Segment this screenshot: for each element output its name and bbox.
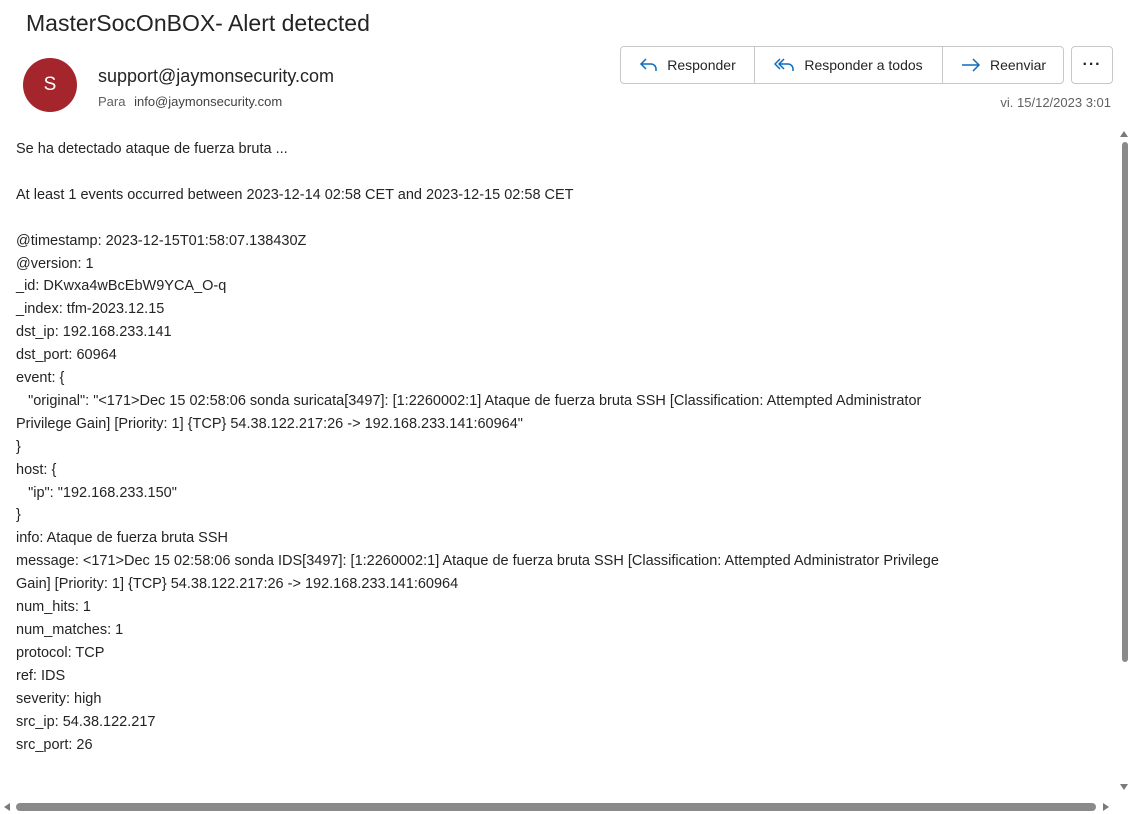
body-line: src_ip: 54.38.122.217: [16, 713, 156, 730]
to-label: Para: [98, 94, 126, 109]
scroll-right-arrow-icon[interactable]: [1103, 803, 1109, 811]
body-line: severity: high: [16, 690, 102, 707]
scroll-up-arrow-icon[interactable]: [1120, 131, 1128, 137]
body-line: dst_port: 60964: [16, 347, 117, 364]
body-line: ref: IDS: [16, 667, 66, 684]
recipient-line: Para info@jaymonsecurity.com: [98, 94, 282, 109]
reply-label: Responder: [667, 57, 736, 73]
body-line: @timestamp: 2023-12-15T01:58:07.138430Z: [16, 232, 307, 249]
body-line: At least 1 events occurred between 2023-…: [16, 186, 574, 203]
body-line: Gain] [Priority: 1] {TCP} 54.38.122.217:…: [16, 576, 459, 593]
body-line: src_port: 26: [16, 736, 93, 753]
recipient-address[interactable]: info@jaymonsecurity.com: [134, 94, 282, 109]
email-body: Se ha detectado ataque de fuerza bruta .…: [16, 138, 1114, 756]
body-line: [16, 207, 1114, 230]
body-line: }: [16, 507, 21, 524]
reply-actions-group: Responder Responder a todos Reenviar: [620, 46, 1064, 84]
body-line: event: {: [16, 370, 65, 387]
scroll-left-arrow-icon[interactable]: [4, 803, 10, 811]
vertical-scroll-thumb[interactable]: [1122, 142, 1128, 662]
sender-address[interactable]: support@jaymonsecurity.com: [98, 66, 334, 87]
body-line: Privilege Gain] [Priority: 1] {TCP} 54.3…: [16, 415, 523, 432]
email-subject: MasterSocOnBOX- Alert detected: [26, 10, 370, 36]
body-line: host: {: [16, 461, 57, 478]
sender-avatar[interactable]: S: [23, 58, 77, 112]
forward-arrow-icon: [960, 57, 982, 73]
forward-button[interactable]: Reenviar: [943, 47, 1063, 83]
body-line: num_hits: 1: [16, 599, 91, 616]
body-line: }: [16, 438, 21, 455]
reply-all-label: Responder a todos: [804, 57, 923, 73]
body-line: info: Ataque de fuerza bruta SSH: [16, 530, 228, 547]
reply-arrow-icon: [639, 57, 659, 73]
body-line: "original": "<171>Dec 15 02:58:06 sonda …: [16, 392, 922, 409]
body-line: dst_ip: 192.168.233.141: [16, 324, 172, 341]
body-line: [16, 161, 1114, 184]
body-line: message: <171>Dec 15 02:58:06 sonda IDS[…: [16, 553, 939, 570]
body-line: @version: 1: [16, 255, 94, 272]
forward-label: Reenviar: [989, 57, 1047, 73]
body-line: _index: tfm-2023.12.15: [16, 301, 165, 318]
email-date: vi. 15/12/2023 3:01: [1000, 95, 1111, 110]
reply-all-arrow-icon: [774, 57, 796, 73]
body-line: _id: DKwxa4wBcEbW9YCA_O-q: [16, 278, 227, 295]
reply-all-button[interactable]: Responder a todos: [755, 47, 943, 83]
body-line: Se ha detectado ataque de fuerza bruta .…: [16, 141, 288, 157]
scroll-down-arrow-icon[interactable]: [1120, 784, 1128, 790]
horizontal-scroll-thumb[interactable]: [16, 803, 1096, 811]
body-line: num_matches: 1: [16, 622, 124, 638]
reply-button[interactable]: Responder: [621, 47, 755, 83]
body-line: "ip": "192.168.233.150": [16, 484, 177, 501]
more-actions-button[interactable]: ···: [1071, 46, 1113, 84]
body-line: protocol: TCP: [16, 644, 105, 661]
